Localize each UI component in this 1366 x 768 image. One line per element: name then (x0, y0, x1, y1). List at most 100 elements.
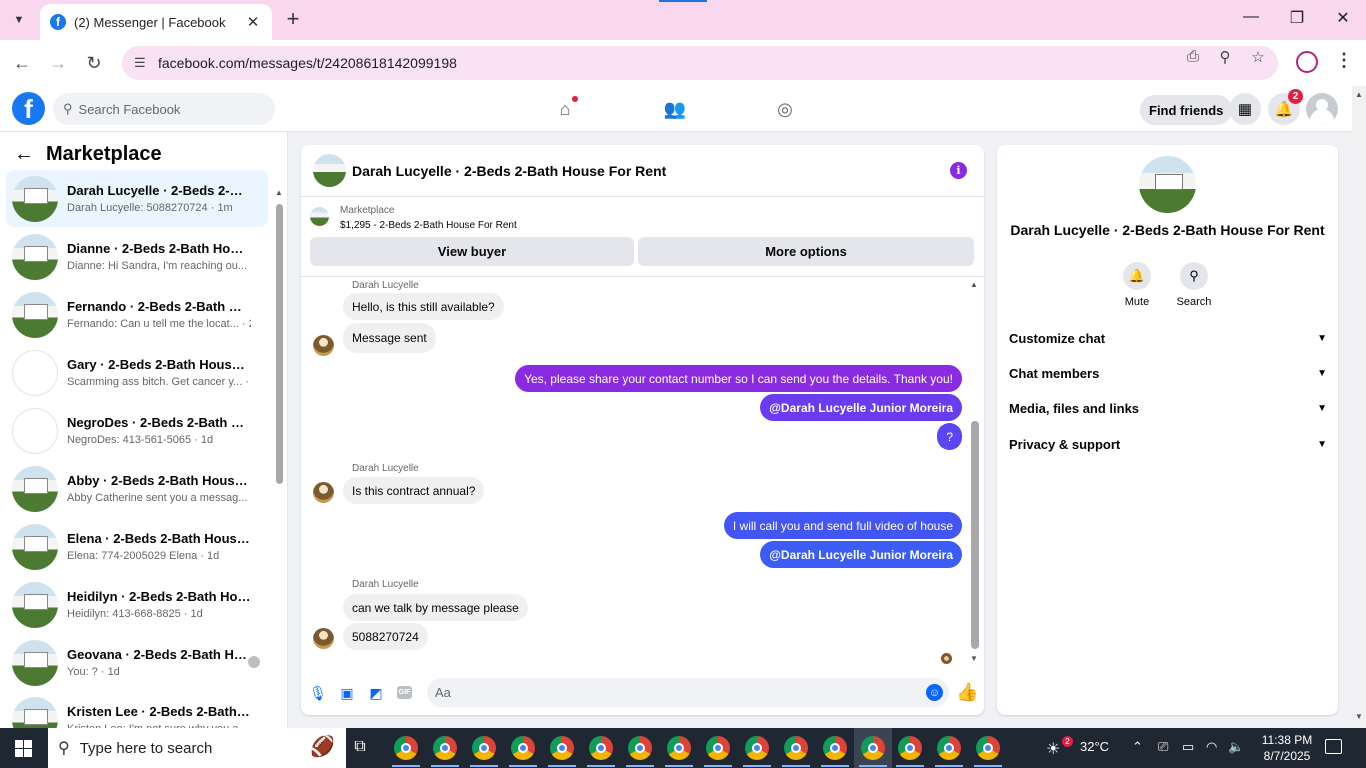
menu-icon[interactable]: ⋮ (1334, 50, 1354, 71)
incoming-message[interactable]: 5088270724 (343, 623, 428, 650)
mention-text[interactable]: @Darah Lucyelle Junior Moreira (769, 401, 953, 415)
contact-avatar[interactable] (313, 482, 334, 503)
incoming-message[interactable]: Message sent (343, 323, 436, 353)
microphone-icon[interactable]: 🎙 (308, 683, 328, 703)
sticker-icon[interactable]: ◩ (366, 683, 386, 703)
chrome-app-icon[interactable] (589, 736, 613, 760)
conversation-item[interactable]: Geovana · 2-Beds 2-Bath Hou... You: ? · 1… (6, 634, 268, 691)
contact-avatar[interactable] (313, 335, 334, 356)
listing-thumbnail[interactable] (313, 154, 346, 187)
emoji-icon[interactable]: ☺ (926, 684, 943, 701)
forward-icon[interactable]: → (46, 51, 70, 75)
weather-temperature[interactable]: 32°C (1080, 739, 1109, 754)
chrome-app-icon[interactable] (937, 736, 961, 760)
address-bar[interactable]: ☰ facebook.com/messages/t/24208618142099… (122, 46, 1278, 80)
site-info-icon[interactable]: ☰ (134, 55, 154, 71)
chrome-app-icon[interactable] (861, 736, 885, 760)
scroll-up-icon[interactable]: ▲ (1355, 90, 1363, 99)
view-buyer-button[interactable]: View buyer (310, 237, 634, 266)
chrome-app-icon[interactable] (706, 736, 730, 760)
gif-icon[interactable]: GIF (397, 686, 412, 699)
facebook-logo[interactable]: f (12, 92, 45, 125)
more-options-button[interactable]: More options (638, 237, 974, 266)
notification-center-icon[interactable] (1325, 739, 1342, 754)
chrome-app-icon[interactable] (745, 736, 769, 760)
media-files-links-section[interactable]: Media, files and links ▼ (1009, 397, 1327, 419)
zoom-icon[interactable]: ⚲ (1215, 48, 1235, 66)
chrome-app-icon[interactable] (898, 736, 922, 760)
minimize-icon[interactable]: — (1236, 8, 1266, 26)
scroll-down-icon[interactable]: ▼ (970, 654, 978, 663)
info-icon[interactable]: i (950, 162, 967, 179)
scroll-down-icon[interactable]: ▼ (1355, 712, 1363, 721)
close-window-icon[interactable]: ✕ (1328, 8, 1358, 28)
photo-icon[interactable]: ▣ (337, 683, 357, 703)
marketplace-listing-strip[interactable]: Marketplace $1,295 - 2-Beds 2-Bath House… (310, 205, 517, 231)
reload-icon[interactable]: ↻ (82, 51, 106, 75)
outgoing-message[interactable]: ? (937, 423, 962, 450)
find-friends-button[interactable]: Find friends (1140, 95, 1233, 125)
chrome-app-icon[interactable] (550, 736, 574, 760)
page-scrollbar[interactable]: ▲ ▼ (1352, 86, 1366, 728)
conversation-item[interactable]: Fernando · 2-Beds 2-Bath Hous... Fernando… (6, 286, 268, 343)
url-text[interactable]: facebook.com/messages/t/2420861814209919… (158, 55, 457, 71)
privacy-support-section[interactable]: Privacy & support ▼ (1009, 433, 1327, 455)
browser-tab[interactable]: f (2) Messenger | Facebook ✕ (40, 4, 272, 40)
search-conversation-button[interactable]: ⚲ Search (1164, 262, 1224, 308)
chat-title[interactable]: Darah Lucyelle · 2-Beds 2-Bath House For… (352, 163, 666, 179)
chrome-app-icon[interactable] (472, 736, 496, 760)
message-input[interactable]: Aa ☺ (427, 678, 949, 707)
conversation-item[interactable]: Elena · 2-Beds 2-Bath House Fo... Elena: … (6, 518, 268, 575)
chat-scrollbar[interactable]: ▲ ▼ (970, 280, 980, 665)
outgoing-message[interactable]: @Darah Lucyelle Junior Moreira (760, 394, 962, 421)
mention-text[interactable]: @Darah Lucyelle Junior Moreira (769, 548, 953, 562)
tab-search-icon[interactable]: ▼ (6, 8, 32, 32)
close-tab-icon[interactable]: ✕ (244, 13, 262, 31)
friends-icon[interactable]: 👥 (662, 96, 688, 122)
back-icon[interactable]: ← (10, 51, 34, 75)
listing-profile-image[interactable] (1139, 156, 1196, 213)
chrome-app-icon[interactable] (976, 736, 1000, 760)
chrome-app-icon[interactable] (511, 736, 535, 760)
scrollbar-thumb[interactable] (971, 421, 979, 649)
contact-avatar[interactable] (313, 628, 334, 649)
conversation-item[interactable]: Dianne · 2-Beds 2-Bath House F... Dianne:… (6, 228, 268, 285)
meet-now-icon[interactable]: ⎚ (1158, 739, 1168, 755)
conversation-item[interactable]: NegroDes · 2-Beds 2-Bath Hous... NegroDes… (6, 402, 268, 459)
conversation-item[interactable]: Kristen Lee · 2-Beds 2-Bath Hou...Kriste… (6, 691, 268, 728)
conversation-item[interactable]: Abby · 2-Beds 2-Bath House Fo... Abby Cat… (6, 460, 268, 517)
windows-start-icon[interactable] (15, 740, 32, 757)
chrome-app-icon[interactable] (784, 736, 808, 760)
search-facebook-input[interactable]: ⚲ Search Facebook (53, 93, 275, 125)
taskbar-search-box[interactable]: ⚲ Type here to search 🏈 (48, 728, 346, 768)
chrome-app-icon[interactable] (667, 736, 691, 760)
bookmark-star-icon[interactable]: ☆ (1248, 48, 1268, 66)
account-avatar[interactable] (1306, 93, 1338, 125)
outgoing-message[interactable]: Yes, please share your contact number so… (515, 365, 962, 392)
taskbar-clock[interactable]: 11:38 PM 8/7/2025 (1258, 732, 1316, 764)
scroll-up-icon[interactable]: ▲ (970, 280, 978, 289)
profile-icon[interactable] (1296, 51, 1318, 73)
battery-icon[interactable]: ▭ (1182, 739, 1194, 755)
conversation-item[interactable]: Gary · 2-Beds 2-Bath House For... Scammin… (6, 344, 268, 401)
outgoing-message[interactable]: @Darah Lucyelle Junior Moreira (760, 541, 962, 568)
conversation-item[interactable]: Darah Lucyelle · 2-Beds 2-Bath ... Darah … (6, 170, 268, 227)
show-hidden-icons-icon[interactable]: ⌃ (1132, 739, 1143, 755)
thumbs-up-icon[interactable]: 👍 (956, 682, 978, 703)
install-app-icon[interactable]: ⎙ (1183, 48, 1203, 65)
incoming-message[interactable]: Is this contract annual? (343, 477, 485, 504)
mute-button[interactable]: 🔔 Mute (1107, 262, 1167, 308)
outgoing-message[interactable]: I will call you and send full video of h… (723, 512, 962, 539)
customize-chat-section[interactable]: Customize chat ▼ (1009, 327, 1327, 349)
conversation-item[interactable]: Heidilyn · 2-Beds 2-Bath House ... Heidil… (6, 576, 268, 633)
task-view-icon[interactable]: ⧉ (350, 738, 370, 756)
chrome-app-icon[interactable] (394, 736, 418, 760)
incoming-message[interactable]: can we talk by message please (343, 594, 528, 621)
scroll-up-icon[interactable]: ▲ (275, 188, 283, 197)
sidebar-scrollbar[interactable]: ▲ ▼ (274, 186, 284, 724)
incoming-message[interactable]: Hello, is this still available? (343, 293, 504, 320)
chrome-app-icon[interactable] (823, 736, 847, 760)
chrome-app-icon[interactable] (433, 736, 457, 760)
wifi-icon[interactable]: ◠ (1206, 739, 1217, 755)
scrollbar-thumb[interactable] (276, 204, 283, 484)
